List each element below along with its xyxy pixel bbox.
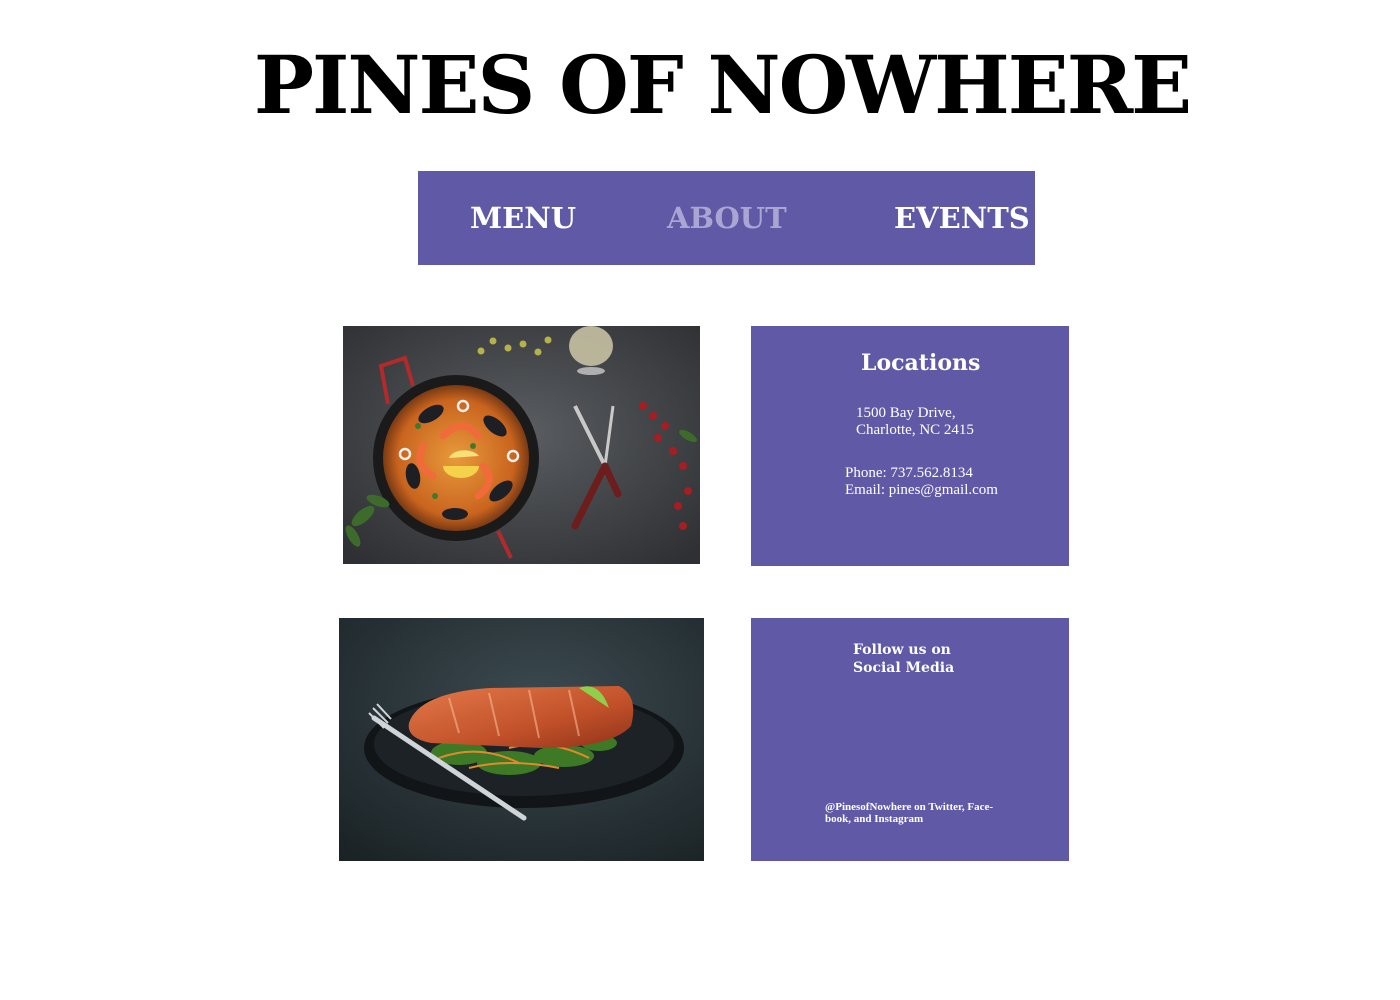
social-handle[interactable]: @PinesofNowhere on Twitter, Face- book, … <box>825 801 1005 825</box>
social-title-line-2: Social Media <box>853 660 955 676</box>
email-text: Email: pines@gmail.com <box>845 482 998 498</box>
main-nav: MENU ABOUT EVENTS <box>418 171 1035 265</box>
social-media-card: Follow us on Social Media @PinesofNowher… <box>751 618 1069 861</box>
social-handle-line-1: @PinesofNowhere on Twitter, Face- <box>825 801 994 813</box>
address-line-2: Charlotte, NC 2415 <box>856 422 974 438</box>
contact-info: Phone: 737.562.8134 Email: pines@gmail.c… <box>845 465 998 499</box>
nav-about-link[interactable]: ABOUT <box>667 201 787 235</box>
page: PINES OF NOWHERE MENU ABOUT EVENTS Locat… <box>0 0 1400 1000</box>
address: 1500 Bay Drive, Charlotte, NC 2415 <box>856 405 974 439</box>
social-title-line-1: Follow us on <box>853 642 951 658</box>
nav-events-link[interactable]: EVENTS <box>894 201 1030 235</box>
social-title: Follow us on Social Media <box>853 641 954 677</box>
nav-menu-link[interactable]: MENU <box>470 201 576 235</box>
social-handle-line-2: book, and Instagram <box>825 813 924 825</box>
salmon-photo <box>339 618 704 861</box>
locations-card: Locations 1500 Bay Drive, Charlotte, NC … <box>751 326 1069 566</box>
address-line-1: 1500 Bay Drive, <box>856 405 956 421</box>
paella-photo <box>343 326 700 564</box>
phone-text: Phone: 737.562.8134 <box>845 465 973 481</box>
locations-title: Locations <box>861 350 981 376</box>
site-title: PINES OF NOWHERE <box>253 38 1192 132</box>
